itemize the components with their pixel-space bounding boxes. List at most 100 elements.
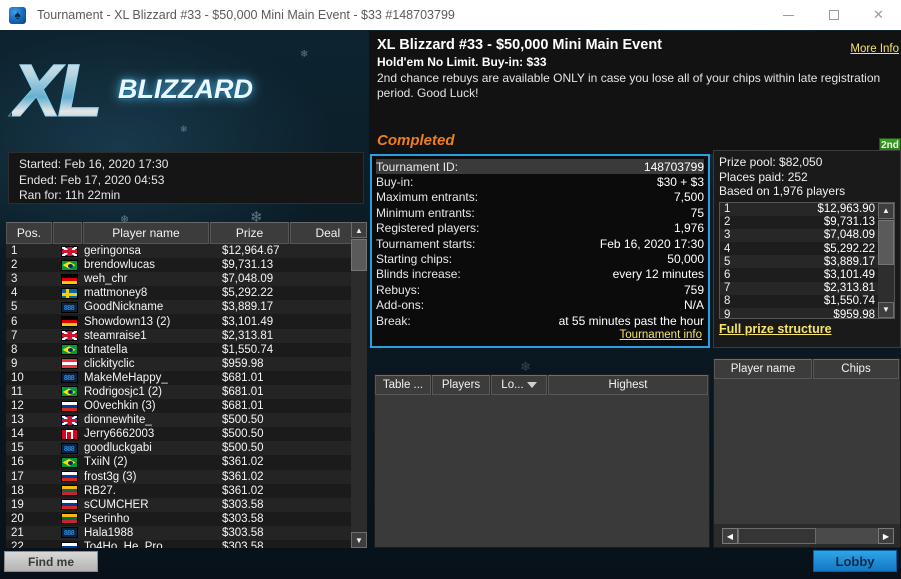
country-flag-icon: [54, 287, 84, 299]
table-row[interactable]: 16 TxiiN (2) $361.02: [6, 455, 351, 470]
detail-value: N/A: [683, 298, 704, 313]
prize-structure-list[interactable]: 1 $12,963.90 2 $9,731.13 3 $7,048.09 4 $5,292.2…: [719, 201, 895, 319]
scrollbar-thumb[interactable]: [878, 219, 894, 265]
table-row[interactable]: 5 GoodNickname $3,889.17: [6, 300, 351, 315]
column-header-pos[interactable]: Pos.: [6, 222, 52, 244]
scrollbar-thumb[interactable]: [738, 528, 816, 544]
column-header-prize[interactable]: Prize: [210, 222, 289, 244]
table-row[interactable]: 22 To4Ho_He_Pro $303.58: [6, 539, 351, 548]
row-prize: $500.50: [222, 442, 264, 455]
row-position: 16: [11, 456, 24, 469]
prize-row[interactable]: 6 $3,101.49: [720, 268, 894, 282]
maximize-button[interactable]: [811, 0, 856, 30]
detail-label: Starting chips:: [376, 252, 453, 267]
scroll-up-button[interactable]: ▲: [351, 222, 367, 238]
column-header-lowest[interactable]: Lo...: [491, 375, 547, 395]
detail-value: every 12 minutes: [612, 267, 704, 282]
table-row[interactable]: 4 mattmoney8 $5,292.22: [6, 286, 351, 301]
table-row[interactable]: 20 Pserinho $303.58: [6, 511, 351, 526]
prize-row[interactable]: 3 $7,048.09: [720, 228, 894, 243]
prize-row[interactable]: 7 $2,313.81: [720, 281, 894, 295]
row-player-name: geringonsa: [84, 245, 141, 258]
country-flag-icon: [54, 245, 84, 257]
full-prize-structure-link[interactable]: Full prize structure: [719, 322, 895, 336]
detail-label: Tournament starts:: [376, 236, 476, 251]
find-me-button[interactable]: Find me: [4, 551, 98, 572]
table-row[interactable]: 21 Hala1988 $303.58: [6, 525, 351, 540]
table-row[interactable]: 17 frost3g (3) $361.02: [6, 469, 351, 484]
table-row[interactable]: 2 brendowlucas $9,731.13: [6, 258, 351, 273]
flag-glyph: [60, 344, 78, 356]
prize-row[interactable]: 8 $1,550.74: [720, 294, 894, 308]
tournament-info-link[interactable]: Tournament info: [376, 329, 704, 341]
table-row[interactable]: 19 sCUMCHER $303.58: [6, 497, 351, 512]
players-panel-hscrollbar[interactable]: ◀ ▶: [722, 528, 894, 544]
detail-value: 7,500: [673, 190, 704, 205]
table-row[interactable]: 7 steamraise1 $2,313.81: [6, 328, 351, 343]
column-header-players[interactable]: Players: [432, 375, 490, 395]
table-row[interactable]: 11 Rodrigosjc1 (2) $681.01: [6, 384, 351, 400]
lobby-button[interactable]: Lobby: [813, 550, 897, 572]
column-header-flag[interactable]: [52, 222, 82, 244]
table-row[interactable]: 14 Jerry6662003 $500.50: [6, 427, 351, 442]
prize-list-scrollbar[interactable]: ▲ ▼: [878, 202, 894, 318]
detail-label: Break:: [376, 313, 411, 328]
scrollbar-thumb[interactable]: [351, 239, 367, 271]
table-row[interactable]: 13 dionnewhite_ $500.50: [6, 413, 351, 428]
more-info-link[interactable]: More Info: [850, 43, 899, 55]
country-flag-icon: [54, 344, 84, 356]
table-row[interactable]: 6 Showdown13 (2) $3,101.49: [6, 314, 351, 329]
row-position: 2: [11, 259, 18, 272]
close-button[interactable]: ✕: [856, 0, 901, 30]
table-row[interactable]: 1 geringonsa $12,964.67: [6, 244, 351, 259]
row-prize: $361.02: [222, 470, 264, 483]
prize-amount: $12,963.90: [817, 203, 875, 216]
sort-descending-icon: [526, 382, 537, 388]
flag-glyph: [60, 513, 78, 525]
table-row[interactable]: 15 goodluckgabi $500.50: [6, 441, 351, 456]
scroll-up-button[interactable]: ▲: [878, 202, 894, 219]
scroll-down-button[interactable]: ▼: [878, 301, 894, 318]
flag-glyph: [60, 372, 78, 384]
table-row[interactable]: 18 RB27. $361.02: [6, 483, 351, 498]
results-table-header: Pos. Player name Prize Deal: [6, 222, 367, 244]
results-scrollbar[interactable]: ▲ ▼: [351, 222, 367, 548]
flag-glyph: [60, 287, 78, 299]
table-row[interactable]: 10 MakeMeHappy_ $681.01: [6, 370, 351, 385]
row-position: 18: [11, 484, 24, 497]
tables-panel-body[interactable]: [375, 395, 709, 547]
row-prize: $12,964.67: [222, 245, 280, 258]
row-player-name: mattmoney8: [84, 287, 148, 300]
row-prize: $7,048.09: [222, 273, 274, 286]
table-row[interactable]: 9 clickityclic $959.98: [6, 356, 351, 371]
row-prize: $9,731.13: [222, 259, 274, 272]
prize-row[interactable]: 1 $12,963.90: [720, 202, 894, 216]
scroll-left-button[interactable]: ◀: [722, 528, 738, 544]
row-prize: $500.50: [222, 414, 264, 427]
prize-row[interactable]: 4 $5,292.22: [720, 242, 894, 256]
players-panel-body[interactable]: [714, 379, 900, 524]
column-header-highest[interactable]: Highest: [548, 375, 708, 395]
row-player-name: sCUMCHER: [84, 498, 149, 511]
prize-pool-panel: Prize pool: $82,050 Places paid: 252 Bas…: [713, 150, 901, 348]
prize-row[interactable]: 5 $3,889.17: [720, 255, 894, 269]
minimize-icon: [783, 14, 794, 16]
table-row[interactable]: 8 tdnatella $1,550.74: [6, 342, 351, 357]
column-header-table[interactable]: Table ...: [375, 375, 431, 395]
tournament-times-box: Started: Feb 16, 2020 17:30 Ended: Feb 1…: [8, 152, 364, 204]
results-table-body[interactable]: 1 geringonsa $12,964.67 2 brendowlucas $9,731…: [6, 244, 351, 548]
prize-row[interactable]: 2 $9,731.13: [720, 215, 894, 229]
detail-value: $30 + $3: [656, 175, 704, 190]
column-header-name[interactable]: Player name: [82, 222, 210, 244]
table-row[interactable]: 12 O0vechkin (3) $681.01: [6, 399, 351, 414]
scroll-right-button[interactable]: ▶: [878, 528, 894, 544]
logo-secondary-text: BLIZZARD: [118, 74, 253, 104]
column-header-player-name[interactable]: Player name: [714, 359, 812, 379]
table-row[interactable]: 3 weh_chr $7,048.09: [6, 272, 351, 287]
column-header-chips[interactable]: Chips: [813, 359, 899, 379]
prize-row[interactable]: 9 $959.98: [720, 308, 894, 318]
scroll-down-button[interactable]: ▼: [351, 532, 367, 548]
detail-row: Rebuys: 759: [376, 282, 704, 297]
tournament-details-panel: Tournament ID: 148703799 Buy-in: $30 + $3 Ma…: [370, 154, 710, 348]
minimize-button[interactable]: [766, 0, 811, 30]
